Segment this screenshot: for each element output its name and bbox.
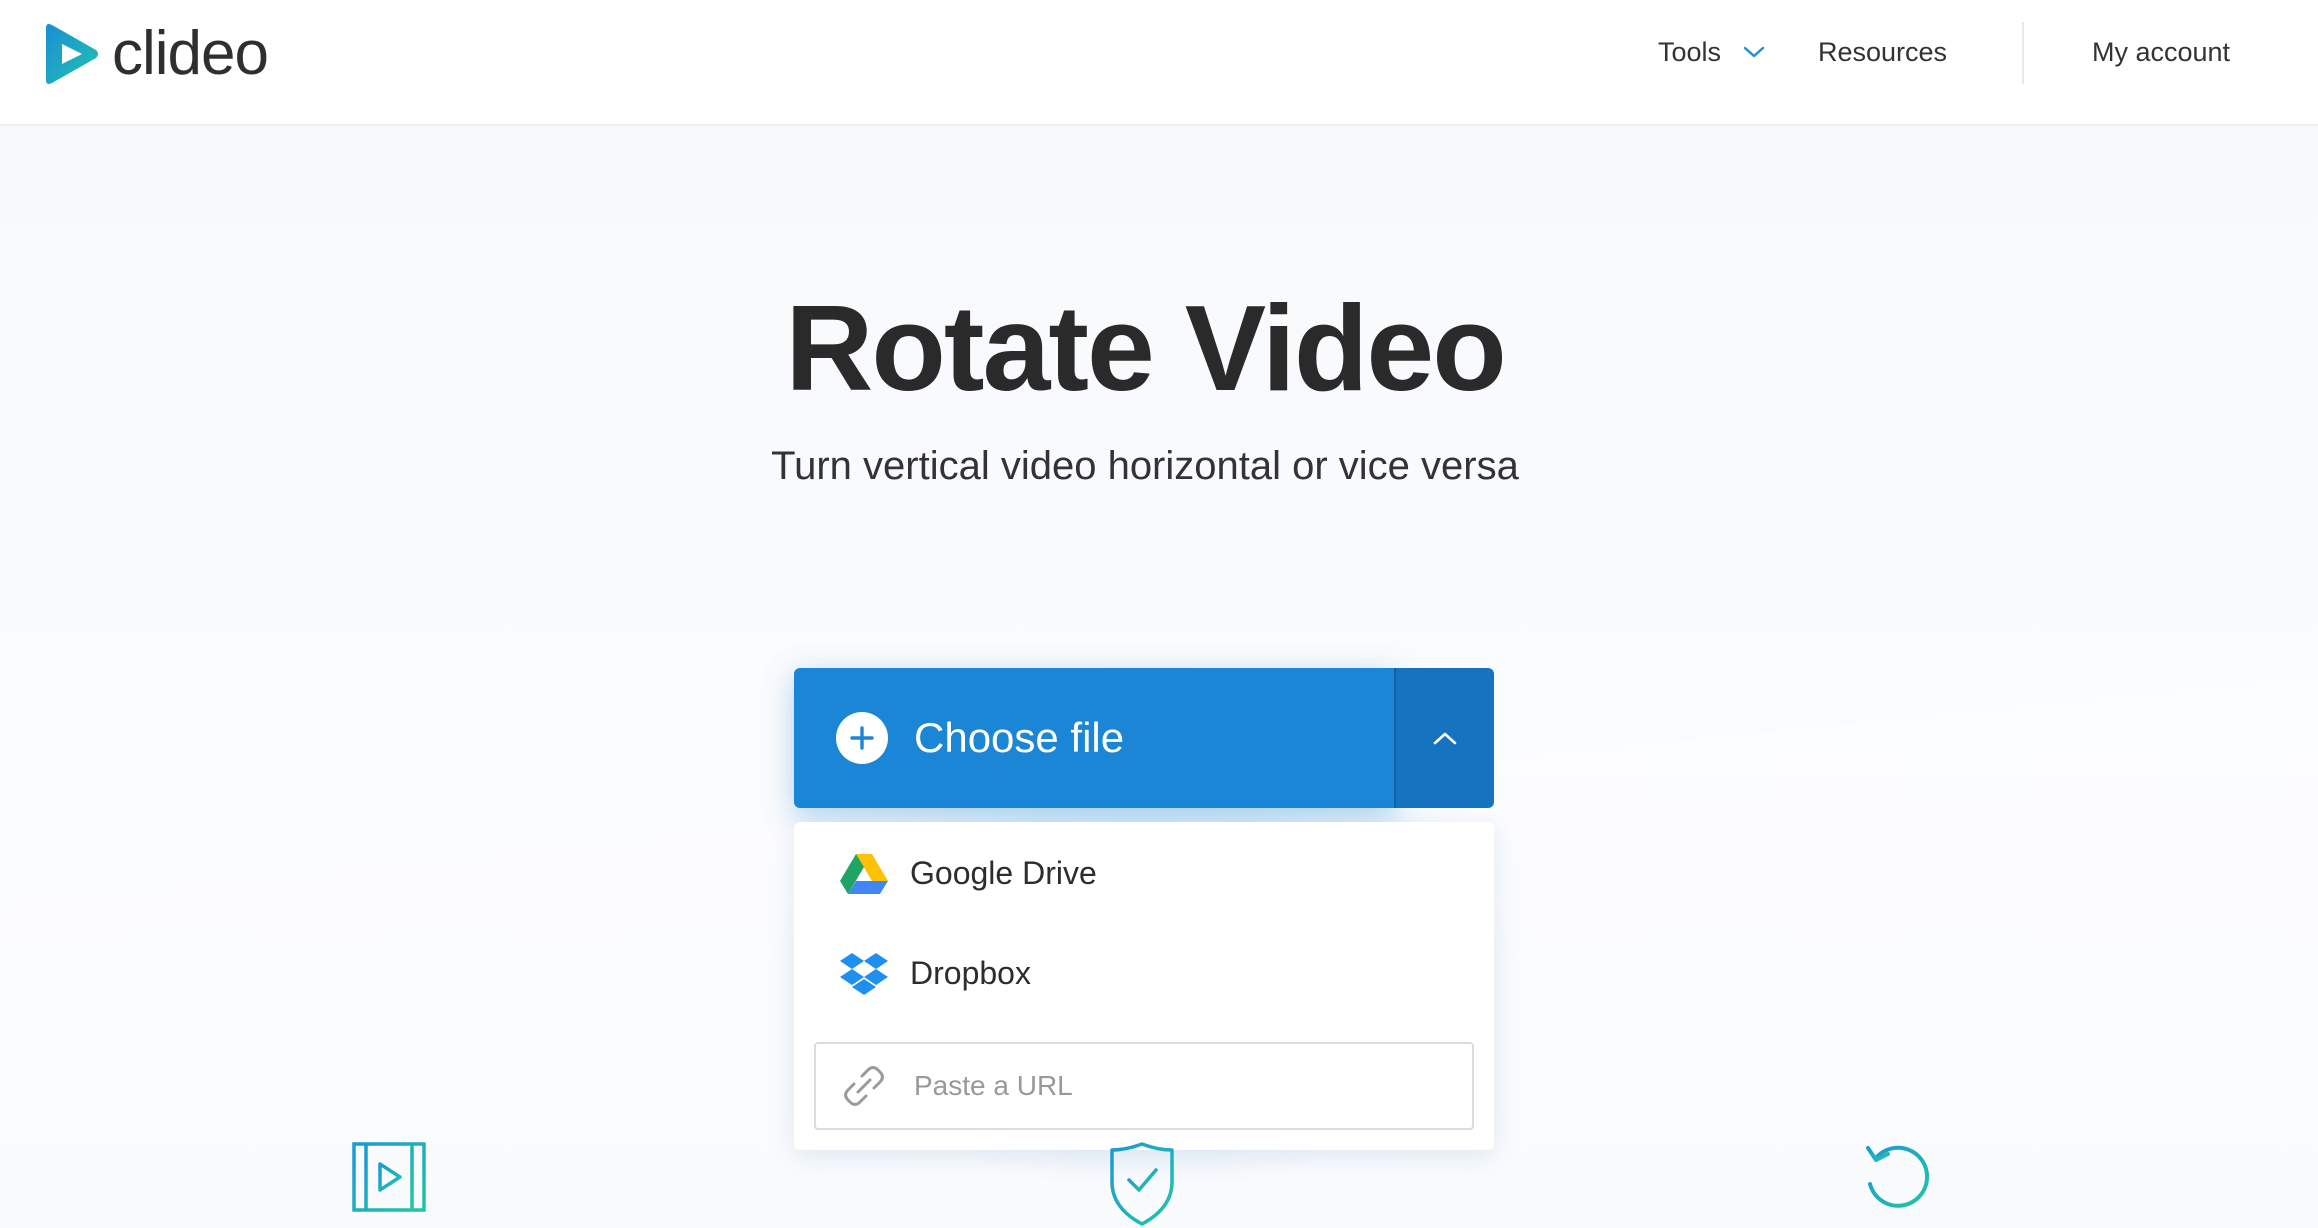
google-drive-icon — [840, 851, 888, 895]
page: clideo Tools Resources My account Rotate… — [0, 0, 2318, 1228]
clideo-logo-icon — [46, 24, 98, 84]
rotate-icon — [1866, 1145, 1930, 1208]
logo-text: clideo — [112, 19, 269, 88]
shield-check-icon — [1110, 1142, 1174, 1226]
site-header: clideo Tools Resources My account — [0, 0, 2318, 126]
nav-tools[interactable]: Tools — [1658, 34, 1765, 70]
url-input[interactable] — [914, 1061, 1454, 1111]
upload-option-google-drive[interactable]: Google Drive — [794, 828, 1494, 918]
url-field[interactable] — [814, 1042, 1474, 1130]
nav-tools-label: Tools — [1658, 37, 1722, 67]
nav-divider — [2022, 22, 2024, 84]
dropbox-icon — [840, 951, 888, 995]
video-play-icon — [352, 1142, 426, 1212]
google-drive-label: Google Drive — [910, 855, 1097, 891]
page-subtitle: Turn vertical video horizontal or vice v… — [771, 444, 1519, 488]
dropbox-label: Dropbox — [910, 955, 1031, 991]
plus-icon — [836, 712, 888, 764]
nav-account-label: My account — [2092, 37, 2231, 67]
chevron-up-icon — [1433, 732, 1457, 745]
nav-resources[interactable]: Resources — [1818, 34, 1947, 70]
logo[interactable]: clideo — [42, 19, 269, 88]
upload-option-dropbox[interactable]: Dropbox — [794, 928, 1494, 1018]
upload-options-dropdown: Google Drive Dropbox — [794, 822, 1494, 1150]
page-title: Rotate Video — [785, 280, 1506, 416]
chevron-down-icon — [1743, 46, 1765, 58]
nav-resources-label: Resources — [1818, 37, 1948, 67]
nav-my-account[interactable]: My account — [2092, 34, 2230, 70]
choose-file-button[interactable]: Choose file — [794, 668, 1394, 808]
choose-file-label: Choose file — [914, 714, 1125, 761]
upload-options-toggle[interactable] — [1394, 668, 1494, 808]
link-icon — [844, 1066, 884, 1106]
